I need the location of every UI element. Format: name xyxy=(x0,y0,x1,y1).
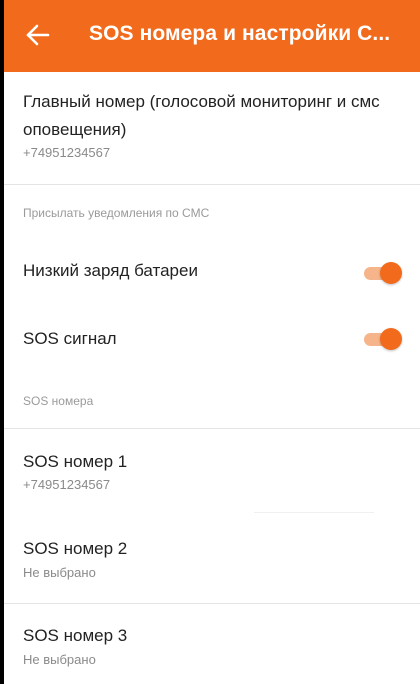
faint-divider xyxy=(254,512,374,513)
sos-number-3-label: SOS номер 3 xyxy=(23,626,128,645)
main-number-value: +74951234567 xyxy=(23,145,111,160)
sos-signal-item[interactable]: SOS сигнал xyxy=(4,312,420,368)
sos-number-2-item[interactable]: SOS номер 2 Не выбрано xyxy=(4,515,420,603)
low-battery-toggle[interactable] xyxy=(360,258,404,288)
divider xyxy=(4,184,420,185)
sos-number-2-label: SOS номер 2 xyxy=(23,539,128,558)
sos-number-1-value: +74951234567 xyxy=(23,477,111,492)
settings-screen: SOS номера и настройки С... Главный номе… xyxy=(4,0,420,684)
sos-number-3-value: Не выбрано xyxy=(23,652,96,667)
sos-number-3-item[interactable]: SOS номер 3 Не выбрано xyxy=(4,604,420,684)
app-bar: SOS номера и настройки С... xyxy=(4,0,420,72)
sos-signal-label: SOS сигнал xyxy=(23,329,117,348)
main-number-title-line1: Главный номер (голосовой мониторинг и см… xyxy=(23,92,380,111)
toggle-thumb xyxy=(380,328,402,350)
device-frame: SOS номера и настройки С... Главный номе… xyxy=(0,0,420,684)
page-title: SOS номера и настройки С... xyxy=(89,22,391,45)
sos-number-2-value: Не выбрано xyxy=(23,565,96,580)
main-number-item[interactable]: Главный номер (голосовой мониторинг и см… xyxy=(4,72,420,184)
sos-number-1-item[interactable]: SOS номер 1 +74951234567 xyxy=(4,429,420,515)
low-battery-label: Низкий заряд батареи xyxy=(23,261,198,280)
low-battery-item[interactable]: Низкий заряд батареи xyxy=(4,244,420,300)
toggle-thumb xyxy=(380,262,402,284)
sos-section-header: SOS номера xyxy=(23,394,94,408)
main-number-title-line2: оповещения) xyxy=(23,120,127,139)
sos-signal-toggle[interactable] xyxy=(360,324,404,354)
sms-section-header: Присылать уведомления по СМС xyxy=(23,206,210,220)
sos-number-1-label: SOS номер 1 xyxy=(23,452,128,471)
arrow-left-icon[interactable] xyxy=(24,20,52,50)
